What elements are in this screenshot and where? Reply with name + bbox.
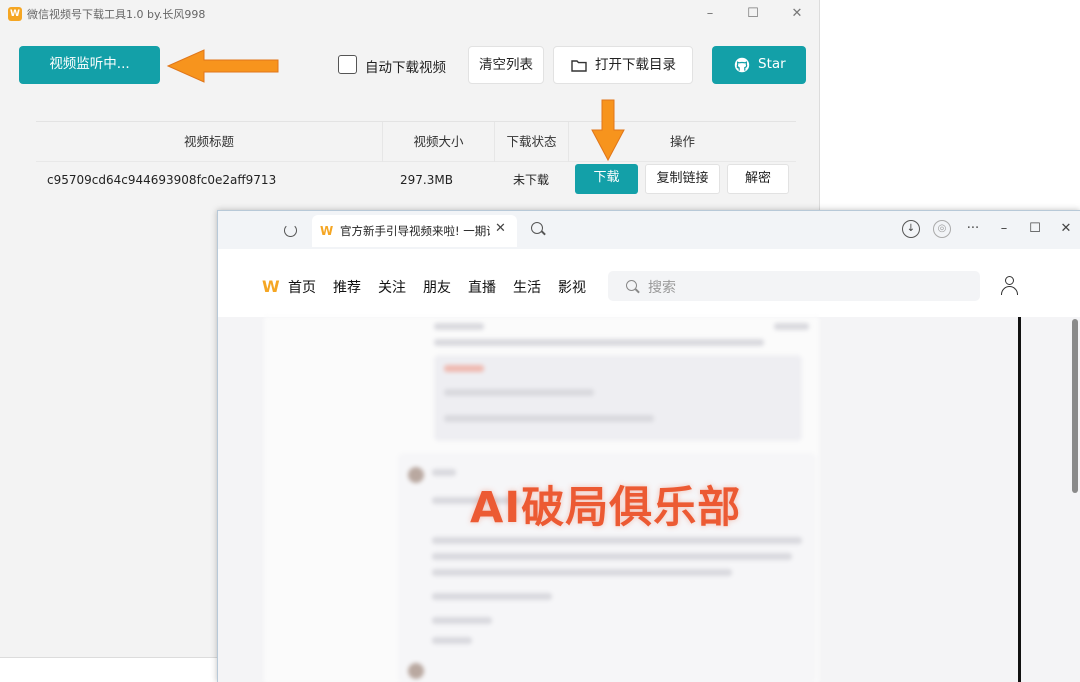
download-icon[interactable]: ↓: [902, 220, 920, 238]
copy-link-button[interactable]: 复制链接: [645, 164, 720, 194]
column-header-size: 视频大小: [383, 122, 495, 162]
browser-tab[interactable]: W 官方新手引导视频来啦! 一期讲 ✕: [312, 215, 517, 247]
open-download-dir-label: 打开下载目录: [595, 57, 676, 73]
decrypt-button[interactable]: 解密: [727, 164, 789, 194]
annotation-arrow-down-icon: [591, 99, 625, 162]
app-title: 微信视频号下载工具1.0 by.长风998: [27, 8, 206, 21]
open-download-dir-button[interactable]: 打开下载目录: [553, 46, 693, 84]
browser-tabbar: W 官方新手引导视频来啦! 一期讲 ✕ ↓ ◎ ··· – ☐ ✕: [218, 211, 1080, 249]
more-icon[interactable]: ···: [964, 220, 982, 238]
table-header: 视频标题 视频大小 下载状态 操作: [36, 121, 796, 162]
app-minimize-button[interactable]: –: [688, 2, 732, 26]
search-input[interactable]: 搜索: [608, 271, 980, 301]
nav-item-life[interactable]: 生活: [513, 277, 541, 297]
app-close-button[interactable]: ✕: [775, 2, 819, 26]
app-titlebar: W 微信视频号下载工具1.0 by.长风998 – ☐ ✕: [0, 0, 820, 28]
column-header-title: 视频标题: [36, 122, 383, 162]
auto-download-label: 自动下载视频: [365, 60, 446, 76]
promo-overlay-text: AI破局俱乐部: [470, 483, 742, 533]
tab-search-icon[interactable]: [531, 222, 543, 234]
tab-close-icon[interactable]: ✕: [495, 221, 506, 236]
github-star-label: Star: [758, 56, 786, 72]
app-logo-icon: W: [8, 7, 22, 21]
auto-download-checkbox[interactable]: [338, 55, 357, 74]
nav-item-live[interactable]: 直播: [468, 277, 496, 297]
clear-list-button[interactable]: 清空列表: [468, 46, 544, 84]
channels-logo-icon: W: [320, 224, 334, 238]
monitor-button[interactable]: 视频监听中...: [19, 46, 160, 84]
reload-icon[interactable]: [284, 224, 297, 237]
github-icon: [734, 57, 750, 73]
video-status-cell: 未下载: [513, 173, 550, 187]
video-size-cell: 297.3MB: [400, 173, 453, 187]
github-star-button[interactable]: Star: [712, 46, 806, 84]
browser-window: W 官方新手引导视频来啦! 一期讲 ✕ ↓ ◎ ··· – ☐ ✕ W 首页 推…: [217, 210, 1080, 682]
tab-title: 官方新手引导视频来啦! 一期讲: [340, 224, 490, 238]
browser-close-button[interactable]: ✕: [1057, 220, 1075, 238]
annotation-arrow-left-icon: [166, 49, 279, 83]
search-placeholder: 搜索: [648, 280, 676, 296]
content-scrollbar[interactable]: [1070, 317, 1080, 682]
app-maximize-button[interactable]: ☐: [731, 2, 775, 26]
channels-logo-icon[interactable]: W: [262, 277, 280, 296]
table-row: c95709cd64c944693908fc0e2aff9713 297.3MB…: [36, 163, 796, 197]
search-icon: [626, 280, 637, 291]
browser-maximize-button[interactable]: ☐: [1026, 220, 1044, 238]
nav-item-home[interactable]: 首页: [288, 277, 316, 297]
nav-item-recommend[interactable]: 推荐: [333, 277, 361, 297]
globe-icon[interactable]: ◎: [933, 220, 951, 238]
folder-icon: [571, 60, 587, 72]
nav-item-friends[interactable]: 朋友: [423, 277, 451, 297]
video-edge-bar: [1018, 317, 1021, 682]
nav-item-follow[interactable]: 关注: [378, 277, 406, 297]
download-button[interactable]: 下载: [575, 164, 638, 194]
video-content-area: AI破局俱乐部: [218, 317, 1080, 682]
browser-minimize-button[interactable]: –: [995, 220, 1013, 238]
scrollbar-thumb[interactable]: [1072, 319, 1078, 493]
nav-item-video[interactable]: 影视: [558, 277, 586, 297]
video-title-cell: c95709cd64c944693908fc0e2aff9713: [47, 173, 277, 187]
channels-navbar: W 首页 推荐 关注 朋友 直播 生活 影视 搜索: [218, 249, 1080, 317]
user-icon[interactable]: [999, 275, 1021, 297]
column-header-status: 下载状态: [495, 122, 569, 162]
